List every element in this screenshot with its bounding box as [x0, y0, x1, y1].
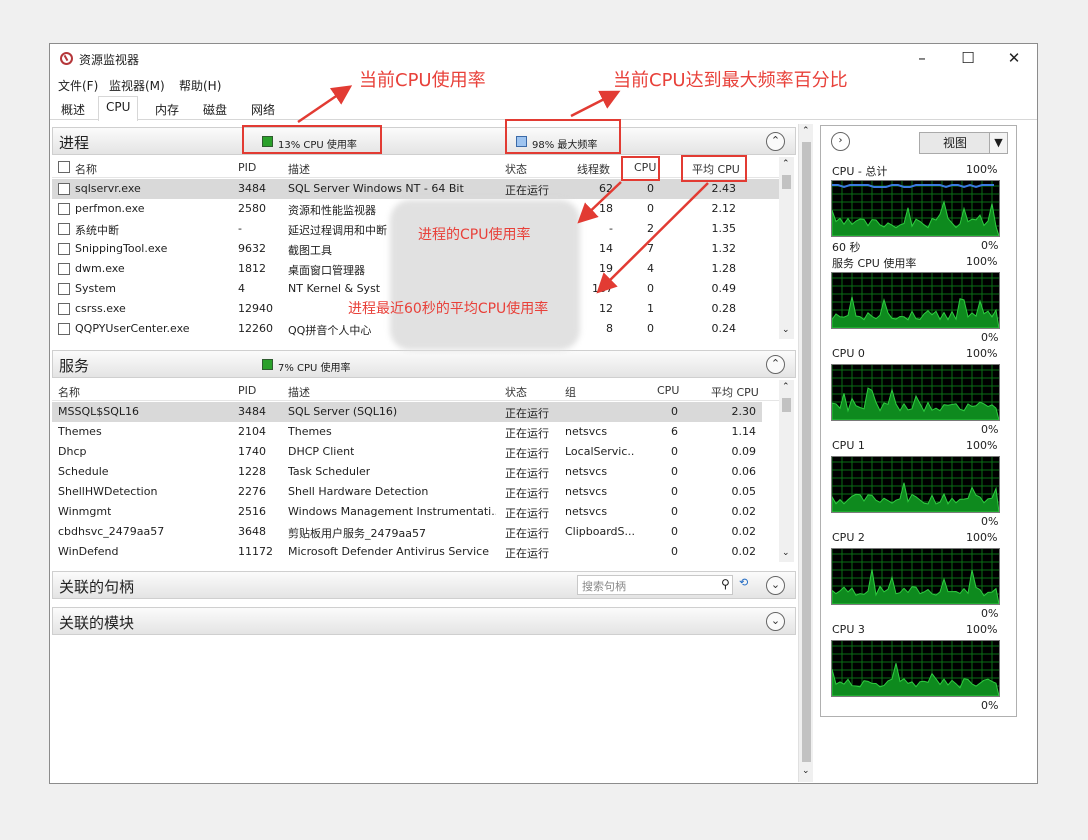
arrow-current-cpu [297, 85, 353, 124]
arrow-process-cpu [577, 181, 622, 224]
arrow-max-freq [570, 90, 621, 118]
annotation-arrows [297, 85, 709, 294]
arrow-avg-cpu [596, 182, 709, 294]
